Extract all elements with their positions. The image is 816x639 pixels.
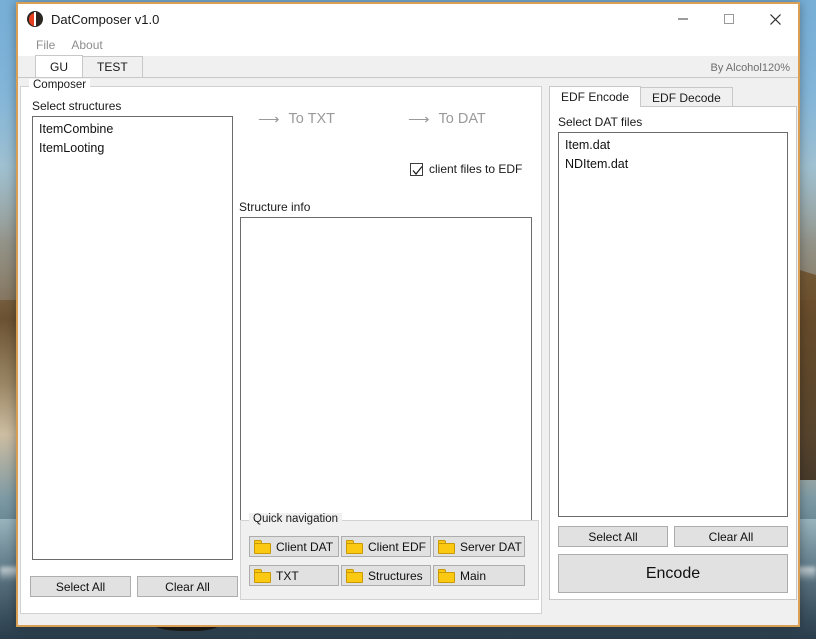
to-dat-action[interactable]: ⟶ To DAT (408, 111, 486, 127)
to-txt-action[interactable]: ⟶ To TXT (258, 111, 335, 127)
composer-group-label: Composer (29, 79, 91, 91)
nav-button-label: Client EDF (368, 539, 427, 554)
structures-listbox[interactable]: ItemCombine ItemLooting (32, 116, 233, 560)
to-dat-label: To DAT (438, 111, 486, 127)
tab-gu[interactable]: GU (35, 55, 83, 77)
menu-item-about[interactable]: About (63, 37, 110, 53)
structures-select-all-button[interactable]: Select All (30, 576, 131, 597)
maximize-icon[interactable] (706, 4, 752, 34)
folder-icon (438, 568, 455, 583)
window-body: Composer Select structures ItemCombine I… (18, 78, 798, 625)
nav-button-label: Client DAT (276, 539, 334, 554)
main-tab-strip: GU TEST By Alcohol120% (18, 55, 798, 78)
application-window: DatComposer v1.0 File About GU TEST By A… (16, 2, 800, 627)
quick-navigation-group-label: Quick navigation (249, 513, 343, 525)
dat-select-all-button[interactable]: Select All (558, 526, 668, 547)
window-controls (660, 4, 798, 34)
nav-server-dat-button[interactable]: Server DAT (433, 536, 525, 557)
menu-item-file[interactable]: File (28, 37, 63, 53)
folder-icon (438, 539, 455, 554)
edf-tab-strip: EDF Encode EDF Decode (549, 86, 733, 107)
to-txt-label: To TXT (288, 111, 335, 127)
checkbox-input[interactable] (410, 162, 423, 176)
nav-client-dat-button[interactable]: Client DAT (249, 536, 339, 557)
list-item[interactable]: Item.dat (559, 136, 787, 155)
client-files-to-edf-checkbox-row[interactable]: client files to EDF (410, 162, 522, 176)
tab-test[interactable]: TEST (82, 56, 143, 77)
minimize-icon[interactable] (660, 4, 706, 34)
nav-button-label: Structures (368, 568, 423, 583)
list-item[interactable]: ItemLooting (33, 139, 232, 158)
tab-edf-encode[interactable]: EDF Encode (549, 86, 642, 107)
arrow-right-icon: ⟶ (408, 110, 430, 128)
arrow-right-icon: ⟶ (258, 110, 280, 128)
structure-info-label: Structure info (239, 200, 311, 214)
window-title: DatComposer v1.0 (51, 11, 160, 27)
menu-bar: File About (18, 34, 798, 56)
nav-main-button[interactable]: Main (433, 565, 525, 586)
quick-navigation-group: Quick navigation (240, 513, 539, 600)
folder-icon (254, 568, 271, 583)
dat-clear-all-button[interactable]: Clear All (674, 526, 788, 547)
nav-structures-button[interactable]: Structures (341, 565, 431, 586)
close-icon[interactable] (752, 4, 798, 34)
nav-client-edf-button[interactable]: Client EDF (341, 536, 431, 557)
tab-edf-decode[interactable]: EDF Decode (640, 87, 733, 107)
list-item[interactable]: ItemCombine (33, 120, 232, 139)
select-structures-label: Select structures (32, 99, 122, 113)
nav-txt-button[interactable]: TXT (249, 565, 339, 586)
structures-clear-all-button[interactable]: Clear All (137, 576, 238, 597)
nav-button-label: Main (460, 568, 487, 583)
encode-button[interactable]: Encode (558, 554, 788, 593)
brand-note: By Alcohol120% (710, 62, 791, 74)
select-dat-files-label: Select DAT files (558, 115, 643, 129)
folder-icon (254, 539, 271, 554)
nav-button-label: Server DAT (460, 539, 522, 554)
list-item[interactable]: NDItem.dat (559, 155, 787, 174)
folder-icon (346, 539, 363, 554)
folder-icon (346, 568, 363, 583)
checkbox-label: client files to EDF (429, 162, 523, 176)
title-bar[interactable]: DatComposer v1.0 (18, 4, 798, 34)
nav-button-label: TXT (276, 568, 299, 583)
app-circle-icon (27, 11, 43, 27)
dat-files-listbox[interactable]: Item.dat NDItem.dat (558, 132, 788, 517)
